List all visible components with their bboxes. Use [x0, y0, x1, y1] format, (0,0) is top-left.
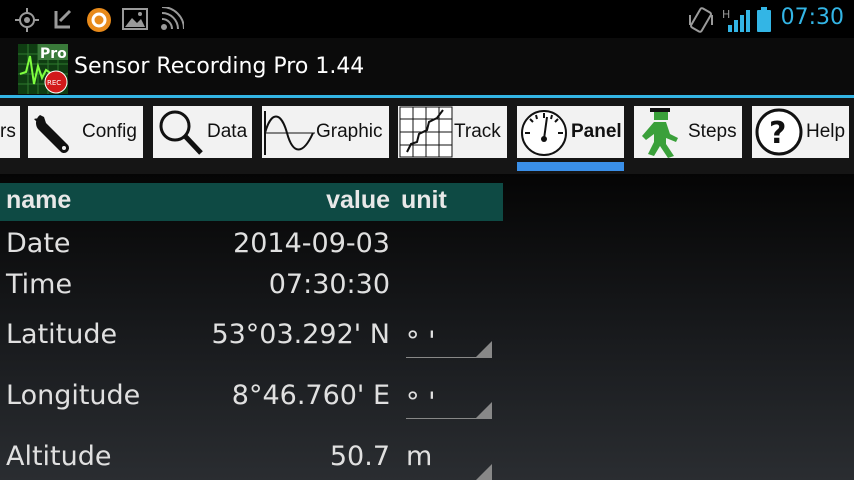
battery-icon [757, 7, 771, 32]
tab-partial[interactable]: rs [0, 106, 20, 158]
tab-label: Steps [688, 121, 737, 142]
svg-text:REC: REC [47, 79, 61, 87]
tab-label: Track [454, 121, 501, 142]
app-logo-icon[interactable]: Pro REC [18, 44, 68, 94]
avast-icon [87, 8, 111, 32]
column-header-unit: unit [401, 186, 447, 214]
unit-spinner-value: m [406, 441, 433, 472]
tab-data[interactable]: Data [153, 106, 252, 158]
svg-text:H: H [722, 8, 730, 21]
tab-config[interactable]: Config [28, 106, 143, 158]
signal-icon: H [722, 8, 750, 32]
tab-label: Config [82, 121, 137, 142]
gps-icon [15, 8, 39, 32]
tab-track[interactable]: Track [398, 106, 507, 158]
magnifier-icon [153, 107, 207, 157]
status-bar: H 07:30 [0, 0, 854, 38]
unit-spinner[interactable]: ° ' [406, 326, 492, 358]
wireless-icon [161, 7, 184, 30]
svg-text:?: ? [769, 116, 786, 151]
sine-wave-icon [262, 107, 316, 157]
row-name: Latitude [6, 319, 118, 350]
tab-help[interactable]: ? Help [752, 106, 849, 158]
unit-spinner[interactable]: ° ' [406, 387, 492, 419]
row-value: 50.7 [329, 441, 390, 472]
vibrate-icon [689, 7, 713, 33]
tab-label: Help [806, 121, 846, 142]
row-value: 07:30:30 [268, 269, 390, 300]
tab-label: Graphic [316, 121, 383, 142]
svg-text:Pro: Pro [40, 46, 67, 62]
question-icon: ? [752, 107, 806, 157]
column-header-value: value [326, 186, 390, 214]
tab-label: Panel [571, 121, 622, 142]
unit-spinner-value: ° ' [406, 326, 436, 357]
tab-label: rs [0, 121, 16, 142]
tab-label: Data [207, 121, 248, 142]
tab-graphic[interactable]: Graphic [262, 106, 389, 158]
row-name: Time [6, 269, 73, 300]
track-map-icon [398, 106, 454, 158]
unit-spinner-value: ° ' [406, 387, 436, 418]
row-value: 8°46.760' E [231, 380, 390, 411]
row-name: Date [6, 228, 71, 259]
walking-man-icon [634, 106, 688, 158]
image-icon [122, 8, 148, 30]
row-value: 2014-09-03 [233, 228, 390, 259]
tab-selected-indicator [517, 162, 624, 171]
status-time: 07:30 [780, 5, 844, 30]
row-name: Longitude [6, 380, 141, 411]
tab-panel[interactable]: Panel [517, 106, 624, 158]
unit-spinner[interactable]: m [406, 441, 492, 480]
wrench-icon [28, 107, 82, 157]
gauge-icon [517, 107, 571, 157]
tab-steps[interactable]: Steps [634, 106, 742, 158]
app-title: Sensor Recording Pro 1.44 [74, 54, 365, 79]
missed-call-icon [54, 9, 72, 29]
column-header-name: name [6, 186, 72, 214]
row-value: 53°03.292' N [211, 319, 390, 350]
row-name: Altitude [6, 441, 112, 472]
